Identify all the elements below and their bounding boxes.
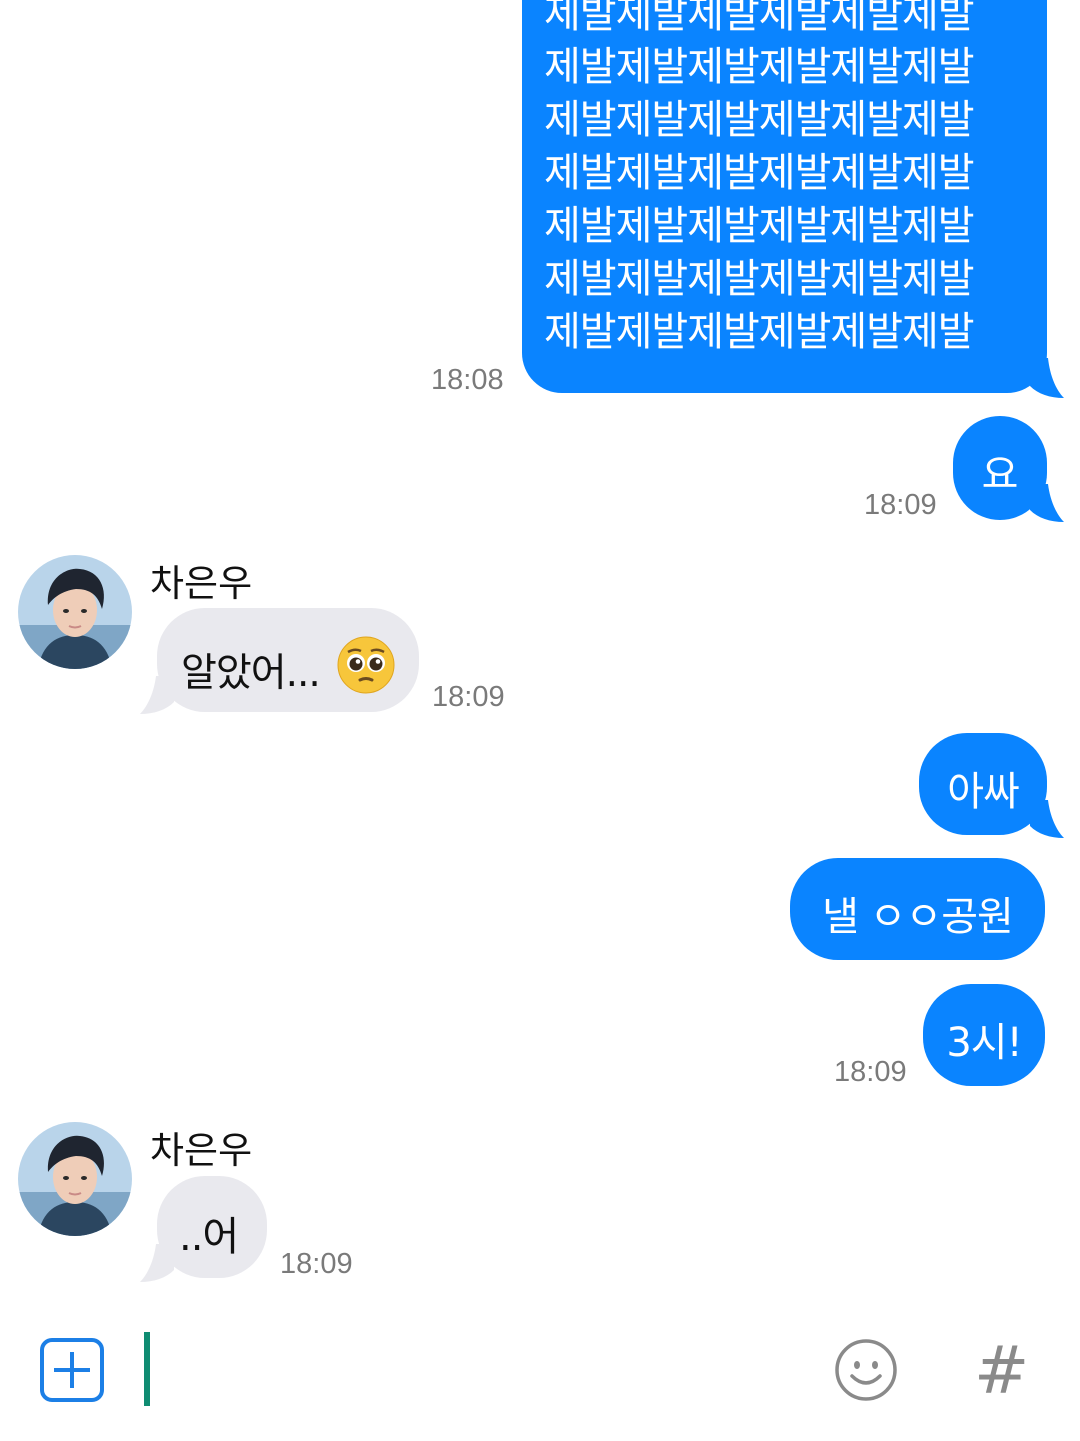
avatar-photo xyxy=(18,1122,132,1236)
bubble-tail xyxy=(140,676,174,714)
pleading-face-icon xyxy=(337,636,395,694)
hashtag-button[interactable]: # xyxy=(966,1332,1036,1409)
message-line: 제발제발제발제발제발제발 xyxy=(544,0,975,37)
message-text: 아싸 xyxy=(947,769,1020,815)
timestamp: 18:09 xyxy=(280,1248,353,1280)
outgoing-message[interactable]: 아싸 xyxy=(919,733,1047,835)
avatar-photo xyxy=(18,555,132,669)
message-input[interactable] xyxy=(140,1330,800,1410)
avatar[interactable] xyxy=(18,555,132,669)
bubble-tail xyxy=(1030,484,1064,522)
message-line: 제발제발제발제발제발제발 xyxy=(544,203,975,249)
timestamp: 18:09 xyxy=(432,681,505,713)
message-line: 제발제발제발제발제발제발 xyxy=(544,97,975,143)
outgoing-message-long[interactable]: 제발제발제발제발제발제발 제발제발제발제발제발제발 제발제발제발제발제발제발 제… xyxy=(522,0,1047,393)
message-text: 제발제발제발제발제발제발 제발제발제발제발제발제발 제발제발제발제발제발제발 제… xyxy=(544,0,975,359)
bubble-tail xyxy=(1030,800,1064,838)
message-text: 낼 ㅇㅇ공원 xyxy=(822,894,1014,940)
hashtag-icon: # xyxy=(974,1332,1030,1409)
incoming-message[interactable]: 알았어... xyxy=(157,608,419,712)
timestamp: 18:09 xyxy=(834,1056,907,1088)
smiley-icon xyxy=(835,1339,897,1401)
timestamp: 18:09 xyxy=(864,489,937,521)
outgoing-message[interactable]: 3시! xyxy=(923,984,1045,1086)
bubble-tail xyxy=(140,1244,174,1282)
sender-name: 차은우 xyxy=(150,562,253,605)
plus-square-icon xyxy=(40,1338,104,1402)
text-cursor xyxy=(144,1332,150,1406)
message-text: ..어 xyxy=(179,1214,239,1260)
message-text: 알았어... xyxy=(181,651,321,696)
message-line: 제발제발제발제발제발제발 xyxy=(544,150,975,196)
bubble-tail xyxy=(1030,358,1064,398)
timestamp: 18:08 xyxy=(431,364,504,396)
avatar[interactable] xyxy=(18,1122,132,1236)
attach-button[interactable] xyxy=(40,1338,104,1402)
message-text: 3시! xyxy=(946,1020,1022,1066)
message-line: 제발제발제발제발제발제발 xyxy=(544,44,975,90)
message-line: 제발제발제발제발제발제발 xyxy=(544,309,975,355)
sender-name: 차은우 xyxy=(150,1129,253,1172)
composer-bar: # xyxy=(0,1310,1080,1441)
message-line: 제발제발제발제발제발제발 xyxy=(544,256,975,302)
emoji-button[interactable] xyxy=(834,1338,898,1402)
outgoing-message[interactable]: 낼 ㅇㅇ공원 xyxy=(790,858,1045,960)
